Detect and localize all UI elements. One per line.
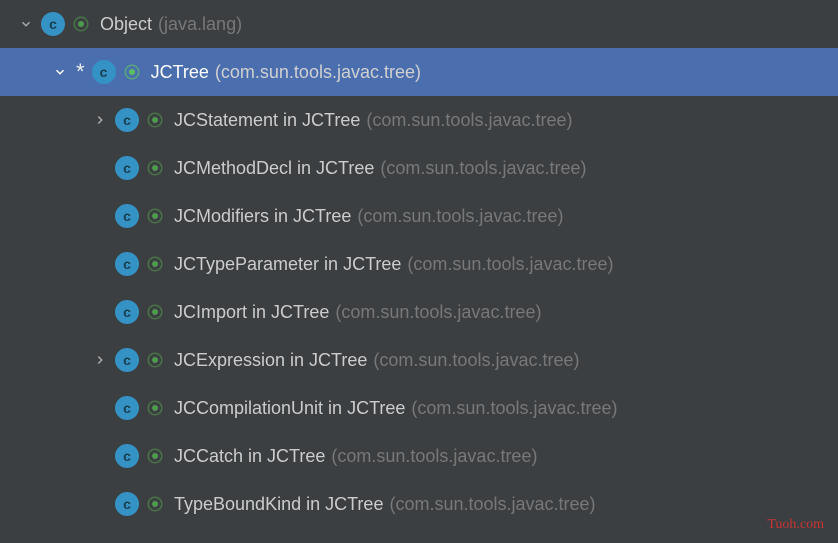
arrow-placeholder (90, 206, 110, 226)
class-name-label: JCTypeParameter in JCTree (174, 254, 401, 275)
class-icon: c (114, 299, 140, 325)
package-label: (java.lang) (158, 14, 242, 35)
arrow-placeholder (90, 254, 110, 274)
class-icon: c (114, 443, 140, 469)
class-name-label: Object (100, 14, 152, 35)
star-marker: * (76, 59, 85, 85)
public-icon (72, 15, 90, 33)
public-icon (146, 255, 164, 273)
package-label: (com.sun.tools.javac.tree) (407, 254, 613, 275)
class-name-label: JCCatch in JCTree (174, 446, 325, 467)
tree-row[interactable]: c JCCompilationUnit in JCTree (com.sun.too… (0, 384, 838, 432)
class-name-label: JCTree (151, 62, 209, 83)
tree-row[interactable]: c JCMethodDecl in JCTree (com.sun.tools.ja… (0, 144, 838, 192)
package-label: (com.sun.tools.javac.tree) (366, 110, 572, 131)
chevron-right-icon[interactable] (90, 110, 110, 130)
package-label: (com.sun.tools.javac.tree) (335, 302, 541, 323)
arrow-placeholder (90, 302, 110, 322)
public-icon (146, 207, 164, 225)
public-icon (146, 351, 164, 369)
tree-row[interactable]: c JCModifiers in JCTree (com.sun.tools.jav… (0, 192, 838, 240)
class-name-label: JCMethodDecl in JCTree (174, 158, 374, 179)
package-label: (com.sun.tools.javac.tree) (331, 446, 537, 467)
tree-row-jctree[interactable]: * c JCTree (com.sun.tools.javac.tree) (0, 48, 838, 96)
tree-row[interactable]: c JCTypeParameter in JCTree (com.sun.tools… (0, 240, 838, 288)
class-icon: c (114, 347, 140, 373)
public-icon (146, 303, 164, 321)
class-name-label: TypeBoundKind in JCTree (174, 494, 383, 515)
arrow-placeholder (90, 158, 110, 178)
class-icon: c (40, 11, 66, 37)
tree-row[interactable]: c JCStatement in JCTree (com.sun.tools.jav… (0, 96, 838, 144)
tree-row[interactable]: c JCExpression in JCTree (com.sun.tools.ja… (0, 336, 838, 384)
arrow-placeholder (90, 398, 110, 418)
class-icon: c (114, 155, 140, 181)
class-name-label: JCExpression in JCTree (174, 350, 367, 371)
public-icon (123, 63, 141, 81)
package-label: (com.sun.tools.javac.tree) (357, 206, 563, 227)
public-icon (146, 111, 164, 129)
package-label: (com.sun.tools.javac.tree) (389, 494, 595, 515)
public-icon (146, 447, 164, 465)
class-icon: c (114, 251, 140, 277)
chevron-down-icon[interactable] (50, 62, 70, 82)
tree-row[interactable]: c JCImport in JCTree (com.sun.tools.javac.… (0, 288, 838, 336)
class-icon: c (114, 395, 140, 421)
class-icon: c (91, 59, 117, 85)
class-icon: c (114, 491, 140, 517)
package-label: (com.sun.tools.javac.tree) (215, 62, 421, 83)
tree-row-object[interactable]: c Object (java.lang) (0, 0, 838, 48)
tree-row[interactable]: c JCCatch in JCTree (com.sun.tools.javac.t… (0, 432, 838, 480)
public-icon (146, 399, 164, 417)
class-icon: c (114, 107, 140, 133)
arrow-placeholder (90, 446, 110, 466)
package-label: (com.sun.tools.javac.tree) (373, 350, 579, 371)
tree-row[interactable]: c TypeBoundKind in JCTree (com.sun.tools.j… (0, 480, 838, 528)
class-name-label: JCStatement in JCTree (174, 110, 360, 131)
watermark: Tuoh.com (767, 517, 824, 533)
class-icon: c (114, 203, 140, 229)
public-icon (146, 159, 164, 177)
chevron-down-icon[interactable] (16, 14, 36, 34)
package-label: (com.sun.tools.javac.tree) (380, 158, 586, 179)
arrow-placeholder (90, 494, 110, 514)
class-name-label: JCImport in JCTree (174, 302, 329, 323)
package-label: (com.sun.tools.javac.tree) (411, 398, 617, 419)
class-name-label: JCModifiers in JCTree (174, 206, 351, 227)
public-icon (146, 495, 164, 513)
chevron-right-icon[interactable] (90, 350, 110, 370)
class-name-label: JCCompilationUnit in JCTree (174, 398, 405, 419)
